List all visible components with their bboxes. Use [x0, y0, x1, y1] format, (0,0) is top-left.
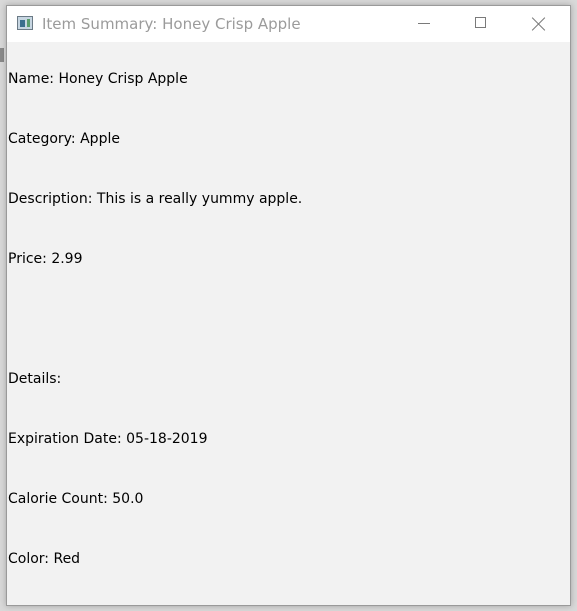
color-line: Color: Red — [8, 551, 81, 567]
summary-content-area[interactable]: Name: Honey Crisp Apple Category: Apple … — [7, 42, 570, 605]
category-line: Category: Apple — [8, 131, 120, 147]
name-line: Name: Honey Crisp Apple — [8, 71, 188, 87]
expiration-date-line: Expiration Date: 05-18-2019 — [8, 431, 208, 447]
summary-text: Name: Honey Crisp Apple Category: Apple … — [8, 42, 302, 605]
close-icon — [532, 17, 546, 31]
maximize-icon — [475, 17, 486, 28]
description-line: Description: This is a really yummy appl… — [8, 191, 303, 207]
java-app-icon — [17, 16, 33, 30]
item-summary-window: Item Summary: Honey Crisp Apple Name: Ho… — [6, 5, 571, 606]
minimize-button[interactable] — [394, 6, 452, 42]
details-heading: Details: — [8, 371, 62, 387]
background-window-edge — [0, 48, 4, 62]
maximize-button[interactable] — [452, 6, 510, 42]
calorie-count-line: Calorie Count: 50.0 — [8, 491, 144, 507]
close-button[interactable] — [510, 6, 568, 42]
minimize-icon — [418, 23, 430, 24]
window-title: Item Summary: Honey Crisp Apple — [42, 15, 301, 33]
title-bar[interactable]: Item Summary: Honey Crisp Apple — [7, 6, 570, 42]
price-line: Price: 2.99 — [8, 251, 83, 267]
